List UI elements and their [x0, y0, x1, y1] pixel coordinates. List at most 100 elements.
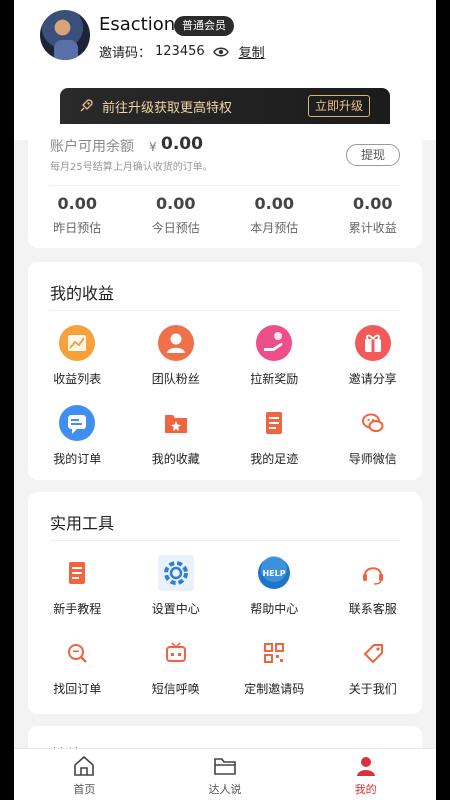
stat-value: 0.00: [57, 194, 97, 213]
copy-button[interactable]: 复制: [239, 42, 265, 61]
tools-card: 实用工具 新手教程 设置中心 HELP 帮助中心 联系客服 找回订单 短信呼唤 …: [28, 492, 422, 714]
mentor-wechat-item[interactable]: 导师微信: [324, 404, 423, 474]
chart-icon: [58, 324, 96, 362]
tools-grid: 新手教程 设置中心 HELP 帮助中心 联系客服 找回订单 短信呼唤 定制邀请码…: [28, 554, 422, 704]
stat-this-month[interactable]: 0.00 本月预估: [225, 194, 324, 236]
my-orders-label: 我的订单: [53, 452, 102, 466]
stat-yesterday[interactable]: 0.00 昨日预估: [28, 194, 127, 236]
recover-order-item[interactable]: 找回订单: [28, 634, 127, 704]
help-center-label: 帮助中心: [250, 602, 299, 616]
tools-title: 实用工具: [50, 514, 115, 533]
document-icon: [58, 554, 96, 592]
about-us-item[interactable]: 关于我们: [324, 634, 423, 704]
tools-divider: [50, 540, 400, 541]
custom-invite-code-label: 定制邀请码: [244, 682, 305, 696]
bottom-nav: 首页 达人说 我的: [14, 748, 436, 800]
balance-amount: 0.00: [161, 134, 203, 154]
gift-icon: [354, 324, 392, 362]
tutorial-item[interactable]: 新手教程: [28, 554, 127, 624]
withdraw-button[interactable]: 提现: [346, 144, 400, 166]
my-favorites-label: 我的收藏: [151, 452, 200, 466]
mentor-wechat-label: 导师微信: [348, 452, 397, 466]
settings-item[interactable]: 设置中心: [127, 554, 226, 624]
eye-icon[interactable]: [212, 44, 229, 60]
stat-value: 0.00: [156, 194, 196, 213]
document-icon: [255, 404, 293, 442]
balance-note: 每月25号结算上月确认收货的订单。: [50, 162, 213, 173]
tag-icon: [354, 634, 392, 672]
help-center-item[interactable]: HELP 帮助中心: [225, 554, 324, 624]
balance-card: 账户可用余额 ¥ 0.00 每月25号结算上月确认收货的订单。 提现 0.00 …: [28, 124, 422, 248]
my-footprint-item[interactable]: 我的足迹: [225, 404, 324, 474]
avatar[interactable]: [40, 10, 90, 60]
person-icon: [157, 324, 195, 362]
home-icon: [72, 755, 96, 777]
stat-total[interactable]: 0.00 累计收益: [324, 194, 423, 236]
recover-order-label: 找回订单: [53, 682, 102, 696]
nav-talent[interactable]: 达人说: [155, 749, 296, 800]
stat-label: 今日预估: [151, 221, 200, 235]
invite-share-label: 邀请分享: [348, 372, 397, 386]
screen-edge-left: [0, 0, 14, 800]
balance-divider: [50, 185, 400, 186]
nav-mine[interactable]: 我的: [295, 749, 436, 800]
team-fans-label: 团队粉丝: [151, 372, 200, 386]
gear-icon: [157, 554, 195, 592]
sms-call-label: 短信呼唤: [151, 682, 200, 696]
stat-today[interactable]: 0.00 今日预估: [127, 194, 226, 236]
folder-icon: [213, 755, 237, 777]
customer-service-label: 联系客服: [348, 602, 397, 616]
custom-invite-code-item[interactable]: 定制邀请码: [225, 634, 324, 704]
hand-icon: [255, 324, 293, 362]
profile-page: Esaction 普通会员 邀请码： 123456 复制 前往升级获取更高特权 …: [14, 0, 436, 800]
referral-reward-label: 拉新奖励: [250, 372, 299, 386]
about-us-label: 关于我们: [348, 682, 397, 696]
earnings-title: 我的收益: [50, 284, 115, 303]
earnings-list-item[interactable]: 收益列表: [28, 324, 127, 394]
team-fans-item[interactable]: 团队粉丝: [127, 324, 226, 394]
my-footprint-label: 我的足迹: [250, 452, 299, 466]
earnings-grid: 收益列表 团队粉丝 拉新奖励 邀请分享 我的订单 我的收藏 我的足迹 导师微信: [28, 324, 422, 474]
wechat-icon: [354, 404, 392, 442]
tutorial-label: 新手教程: [53, 602, 102, 616]
invite-share-item[interactable]: 邀请分享: [324, 324, 423, 394]
chat-icon: [58, 404, 96, 442]
screen-edge-right: [436, 0, 450, 800]
invite-code: 123456: [155, 44, 205, 59]
stat-label: 累计收益: [348, 221, 397, 235]
invite-row: 邀请码： 123456 复制: [99, 42, 265, 61]
invite-label: 邀请码：: [99, 46, 152, 61]
stat-label: 昨日预估: [53, 221, 102, 235]
tv-icon: [157, 634, 195, 672]
referral-reward-item[interactable]: 拉新奖励: [225, 324, 324, 394]
stat-value: 0.00: [353, 194, 393, 213]
headset-icon: [354, 554, 392, 592]
search-doc-icon: [58, 634, 96, 672]
qr-icon: [255, 634, 293, 672]
upgrade-text: 前往升级获取更高特权: [102, 100, 233, 116]
help-icon: HELP: [255, 554, 293, 592]
stat-label: 本月预估: [250, 221, 299, 235]
my-orders-item[interactable]: 我的订单: [28, 404, 127, 474]
balance-title: 账户可用余额: [50, 139, 134, 155]
profile-header: Esaction 普通会员 邀请码： 123456 复制 前往升级获取更高特权 …: [14, 0, 436, 140]
rocket-icon: [78, 98, 94, 114]
upgrade-now-button[interactable]: 立即升级: [307, 95, 370, 117]
nav-home-label: 首页: [73, 783, 96, 796]
folder-star-icon: [157, 404, 195, 442]
member-level-badge: 普通会员: [174, 16, 234, 36]
user-icon: [354, 755, 378, 777]
balance-currency: ¥: [149, 140, 157, 154]
upgrade-banner[interactable]: 前往升级获取更高特权 立即升级: [60, 88, 390, 124]
stat-value: 0.00: [254, 194, 294, 213]
earnings-list-label: 收益列表: [53, 372, 102, 386]
nav-talent-label: 达人说: [208, 783, 242, 796]
settings-label: 设置中心: [151, 602, 200, 616]
username: Esaction: [99, 14, 176, 35]
my-favorites-item[interactable]: 我的收藏: [127, 404, 226, 474]
earnings-card: 我的收益 收益列表 团队粉丝 拉新奖励 邀请分享 我的订单 我的收藏 我的足迹 …: [28, 262, 422, 480]
svg-text:HELP: HELP: [263, 569, 286, 578]
customer-service-item[interactable]: 联系客服: [324, 554, 423, 624]
sms-call-item[interactable]: 短信呼唤: [127, 634, 226, 704]
nav-home[interactable]: 首页: [14, 749, 155, 800]
